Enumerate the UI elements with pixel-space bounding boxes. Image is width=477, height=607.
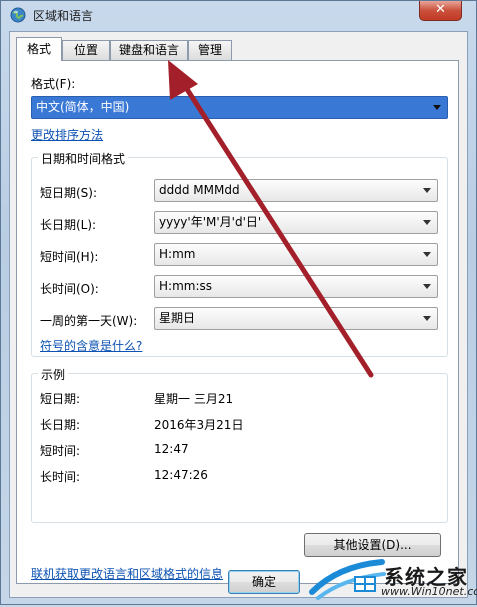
chevron-down-icon (423, 252, 431, 257)
chevron-down-icon (433, 105, 441, 110)
short-date-select[interactable]: dddd MMMdd (154, 179, 438, 202)
close-icon: ✕ (435, 2, 446, 17)
example-long-time-label: 长时间: (40, 470, 81, 484)
watermark-logo-icon (309, 559, 386, 600)
example-short-time-label: 短时间: (40, 444, 81, 458)
chevron-down-icon (423, 316, 431, 321)
chevron-down-icon (423, 284, 431, 289)
first-day-select[interactable]: 星期日 (154, 307, 438, 330)
change-sort-link[interactable]: 更改排序方法 (31, 126, 103, 143)
short-date-label: 短日期(S): (40, 186, 98, 200)
format-label: 格式(F): (31, 77, 76, 91)
globe-icon (10, 7, 26, 23)
long-date-label: 长日期(L): (40, 218, 97, 232)
close-button[interactable]: ✕ (419, 1, 462, 21)
example-long-time-value: 12:47:26 (154, 468, 208, 482)
example-short-date-label: 短日期: (40, 392, 81, 406)
long-date-value: yyyy'年'M'月'd'日' (159, 215, 262, 229)
online-info-link[interactable]: 联机获取更改语言和区域格式的信息 (31, 565, 223, 582)
datetime-group-title: 日期和时间格式 (38, 150, 129, 167)
ok-button[interactable]: 确定 (228, 570, 300, 594)
long-time-label: 长时间(O): (40, 282, 99, 296)
chevron-down-icon (423, 220, 431, 225)
examples-title: 示例 (38, 366, 69, 383)
tab-keyboards-languages[interactable]: 键盘和语言 (110, 40, 188, 60)
watermark-url: www.Win10net.com (381, 585, 477, 598)
tab-location[interactable]: 位置 (62, 40, 110, 60)
short-time-label: 短时间(H): (40, 250, 99, 264)
datetime-format-group: 日期和时间格式 短日期(S): dddd MMMdd 长日期(L): yyyy'… (31, 150, 448, 357)
formats-panel: 格式(F): 中文(简体，中国) 更改排序方法 日期和时间格式 短日期(S): … (16, 60, 459, 584)
short-date-value: dddd MMMdd (159, 183, 240, 197)
short-time-select[interactable]: H:mm (154, 243, 438, 266)
dialog-client: 格式 位置 键盘和语言 管理 格式(F): 中文(简体，中国) 更改排序方法 日… (9, 31, 468, 598)
region-language-window: 区域和语言 ✕ 格式 位置 键盘和语言 管理 格式(F): 中文(简体，中国) … (0, 0, 477, 605)
symbols-meaning-link[interactable]: 符号的含意是什么? (40, 337, 142, 354)
long-time-select[interactable]: H:mm:ss (154, 275, 438, 298)
long-date-select[interactable]: yyyy'年'M'月'd'日' (154, 211, 438, 234)
window-title: 区域和语言 (33, 9, 94, 23)
example-long-date-label: 长日期: (40, 418, 81, 432)
format-select[interactable]: 中文(简体，中国) (31, 96, 448, 119)
long-time-value: H:mm:ss (159, 279, 212, 293)
example-short-time-value: 12:47 (154, 442, 189, 456)
tab-administrative[interactable]: 管理 (188, 40, 232, 60)
first-day-label: 一周的第一天(W): (40, 314, 138, 328)
short-time-value: H:mm (159, 247, 196, 261)
title-bar[interactable]: 区域和语言 ✕ (1, 1, 476, 31)
first-day-value: 星期日 (159, 311, 196, 325)
example-short-date-value: 星期一 三月21 (154, 392, 234, 406)
example-long-date-value: 2016年3月21日 (154, 418, 244, 432)
tab-formats[interactable]: 格式 (16, 37, 62, 61)
chevron-down-icon (423, 188, 431, 193)
examples-group: 示例 短日期: 星期一 三月21 长日期: 2016年3月21日 短时间: 12… (31, 366, 448, 523)
format-select-value: 中文(简体，中国) (36, 100, 130, 114)
